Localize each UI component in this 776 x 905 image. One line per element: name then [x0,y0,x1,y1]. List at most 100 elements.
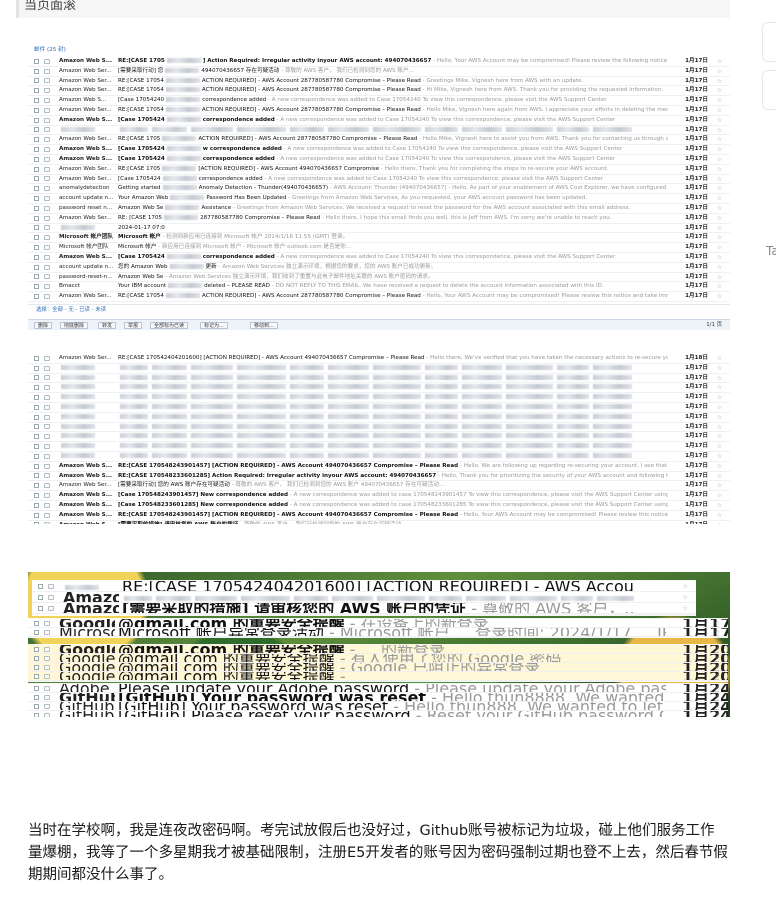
mail-row[interactable]: Amazon Web Ser... RE: [CASE 1705 287780587… [28,214,730,224]
mail-row[interactable]: Microsoft 帐户团队 Microsoft 帐户 - 检测到新应用已连接到 … [28,233,730,244]
row-checkbox[interactable] [34,712,39,717]
mail-row[interactable]: Amazon Web S... ☆ [32,592,696,603]
row-checkbox[interactable] [34,620,39,626]
star-icon[interactable]: ☆ [717,194,722,203]
mail-row[interactable]: GitHub[GitHub] Your password was reset -… [28,702,728,711]
mail-row[interactable]: Amazon Web S... [Case 1705424 corresponden… [28,155,730,165]
row-checkbox[interactable] [34,646,39,652]
star-icon[interactable]: ☆ [717,273,722,282]
mail-row[interactable]: Amazon Web Ser... RE:[CASE 17054240420160… [28,354,730,364]
star-icon[interactable]: ☆ [683,581,688,591]
mail-row[interactable]: AdobePlease update your Adobe password -… [28,684,728,693]
star-icon[interactable]: ☆ [717,521,722,524]
star-icon[interactable]: ☆ [717,175,722,184]
star-icon[interactable]: ☆ [717,462,722,471]
row-checkbox[interactable] [34,294,39,300]
star-icon[interactable]: ☆ [717,364,722,373]
mail-row[interactable]: Amazon Web S... [Case 1705424 corresponden… [28,116,730,126]
star-icon[interactable]: ☆ [717,253,722,262]
mail-row[interactable]: 1月17日 ☆ [28,413,730,423]
star-icon[interactable]: ☆ [715,654,720,662]
mail-row[interactable]: RE:[CASE 170542404201600] [ACTION REQUIR… [32,581,696,592]
row-checkbox[interactable] [34,385,39,391]
mail-row[interactable]: Amazon Web S... RE:[CASE 170548243901457]… [28,511,730,521]
star-icon[interactable]: ☆ [717,472,722,481]
toolbar-button[interactable]: 转发 [98,322,117,329]
row-checkbox[interactable] [34,694,39,700]
row-checkbox[interactable] [34,664,39,670]
mail-row[interactable]: 1月17日 ☆ [28,393,730,403]
star-icon[interactable]: ☆ [717,452,722,461]
row-checkbox[interactable] [34,127,39,133]
row-checkbox[interactable] [38,583,43,589]
mail-row[interactable]: Amazon Web Ser... RE:[CASE 17054 ACTION RE… [28,106,730,116]
toolbar-button[interactable]: 移动到... [250,322,278,329]
star-icon[interactable]: ☆ [717,491,722,500]
row-checkbox[interactable] [34,68,39,74]
star-icon[interactable]: ☆ [717,511,722,520]
mail-row[interactable]: Amazon Web S... [Case 1705424 w correspond… [28,145,730,155]
row-checkbox[interactable] [34,424,39,430]
star-icon[interactable]: ☆ [717,96,722,105]
star-icon[interactable]: ☆ [717,501,722,510]
mail-row[interactable]: Amazon Web S... [Case 170548243901457] Ne… [28,491,730,501]
mail-row[interactable]: Amazon Web S... [Case 170548233601285] Ne… [28,501,730,511]
mail-row[interactable]: Google@gmail.com 的重要安全提醒 - Google 已阻止的异常… [28,663,728,672]
pagination[interactable]: 1/1 页 [706,320,722,331]
star-icon[interactable]: ☆ [717,354,722,363]
mail-row[interactable]: Amazon Web Ser... RE:[CASE 17054 ACTION RE… [28,292,730,302]
mail-row[interactable]: Amazon Web S...[需要采取的措施] 请审核您的 AWS 账户的凭证… [32,603,696,614]
star-icon[interactable]: ☆ [717,214,722,223]
mail-row[interactable]: Amazon Web Ser... [需要采取行动] 您 494070436657 … [28,67,730,77]
row-checkbox[interactable] [34,522,39,524]
mail-row[interactable]: Amazon Web Ser... RE:[CASE 17054 ACTION RE… [28,86,730,97]
star-icon[interactable]: ☆ [715,711,720,717]
row-checkbox[interactable] [34,117,39,123]
star-icon[interactable]: ☆ [717,184,722,193]
row-checkbox[interactable] [34,147,39,153]
select-links-text[interactable]: 选择：全部 - 无 - 已读 - 未读 [28,307,106,313]
star-icon[interactable]: ☆ [717,135,722,144]
mail-row[interactable]: account update n... 您的 Amazon Web 更新 - Ama… [28,263,730,273]
star-icon[interactable]: ☆ [717,442,722,451]
row-checkbox[interactable] [34,98,39,104]
star-icon[interactable]: ☆ [715,628,720,636]
mail-row[interactable]: 1月17日 ☆ [28,432,730,443]
star-icon[interactable]: ☆ [717,57,722,66]
row-checkbox[interactable] [34,166,39,172]
mail-row[interactable]: 1月17日 ☆ [28,364,730,374]
row-checkbox[interactable] [34,453,39,459]
mail-row[interactable]: GitHub[GitHub] Your password was reset -… [28,693,728,702]
row-checkbox[interactable] [34,655,39,661]
row-checkbox[interactable] [34,186,39,192]
star-icon[interactable]: ☆ [715,684,720,692]
row-checkbox[interactable] [34,629,39,635]
mail-row[interactable]: 1月17日 ☆ [28,383,730,394]
row-checkbox[interactable] [34,205,39,211]
row-checkbox[interactable] [34,493,39,499]
row-checkbox[interactable] [34,473,39,479]
row-checkbox[interactable] [34,215,39,221]
row-checkbox[interactable] [34,444,39,450]
row-checkbox[interactable] [34,254,39,260]
mail-row[interactable]: 1月17日 ☆ [28,442,730,452]
star-icon[interactable]: ☆ [683,603,688,613]
toolbar-button[interactable]: 全部标为已读 [150,322,189,329]
mail-row[interactable]: 1月17日 ☆ [28,374,730,384]
row-checkbox[interactable] [34,78,39,84]
row-checkbox[interactable] [34,375,39,381]
star-icon[interactable]: ☆ [717,106,722,115]
row-checkbox[interactable] [34,512,39,518]
mail-row[interactable]: password-reset-n... Amazon Web Se - Amazo… [28,273,730,283]
row-checkbox[interactable] [34,355,39,361]
mail-row[interactable]: 1月17日 ☆ [28,126,730,136]
row-checkbox[interactable] [34,434,39,440]
star-icon[interactable]: ☆ [715,663,720,671]
star-icon[interactable]: ☆ [717,126,722,135]
row-checkbox[interactable] [34,245,39,251]
star-icon[interactable]: ☆ [715,619,720,627]
row-checkbox[interactable] [34,284,39,290]
row-checkbox[interactable] [38,605,43,611]
star-icon[interactable]: ☆ [717,233,722,242]
mail-row[interactable]: Amazon Web Ser... RE:[CASE 1705 [ACTION RE… [28,165,730,175]
